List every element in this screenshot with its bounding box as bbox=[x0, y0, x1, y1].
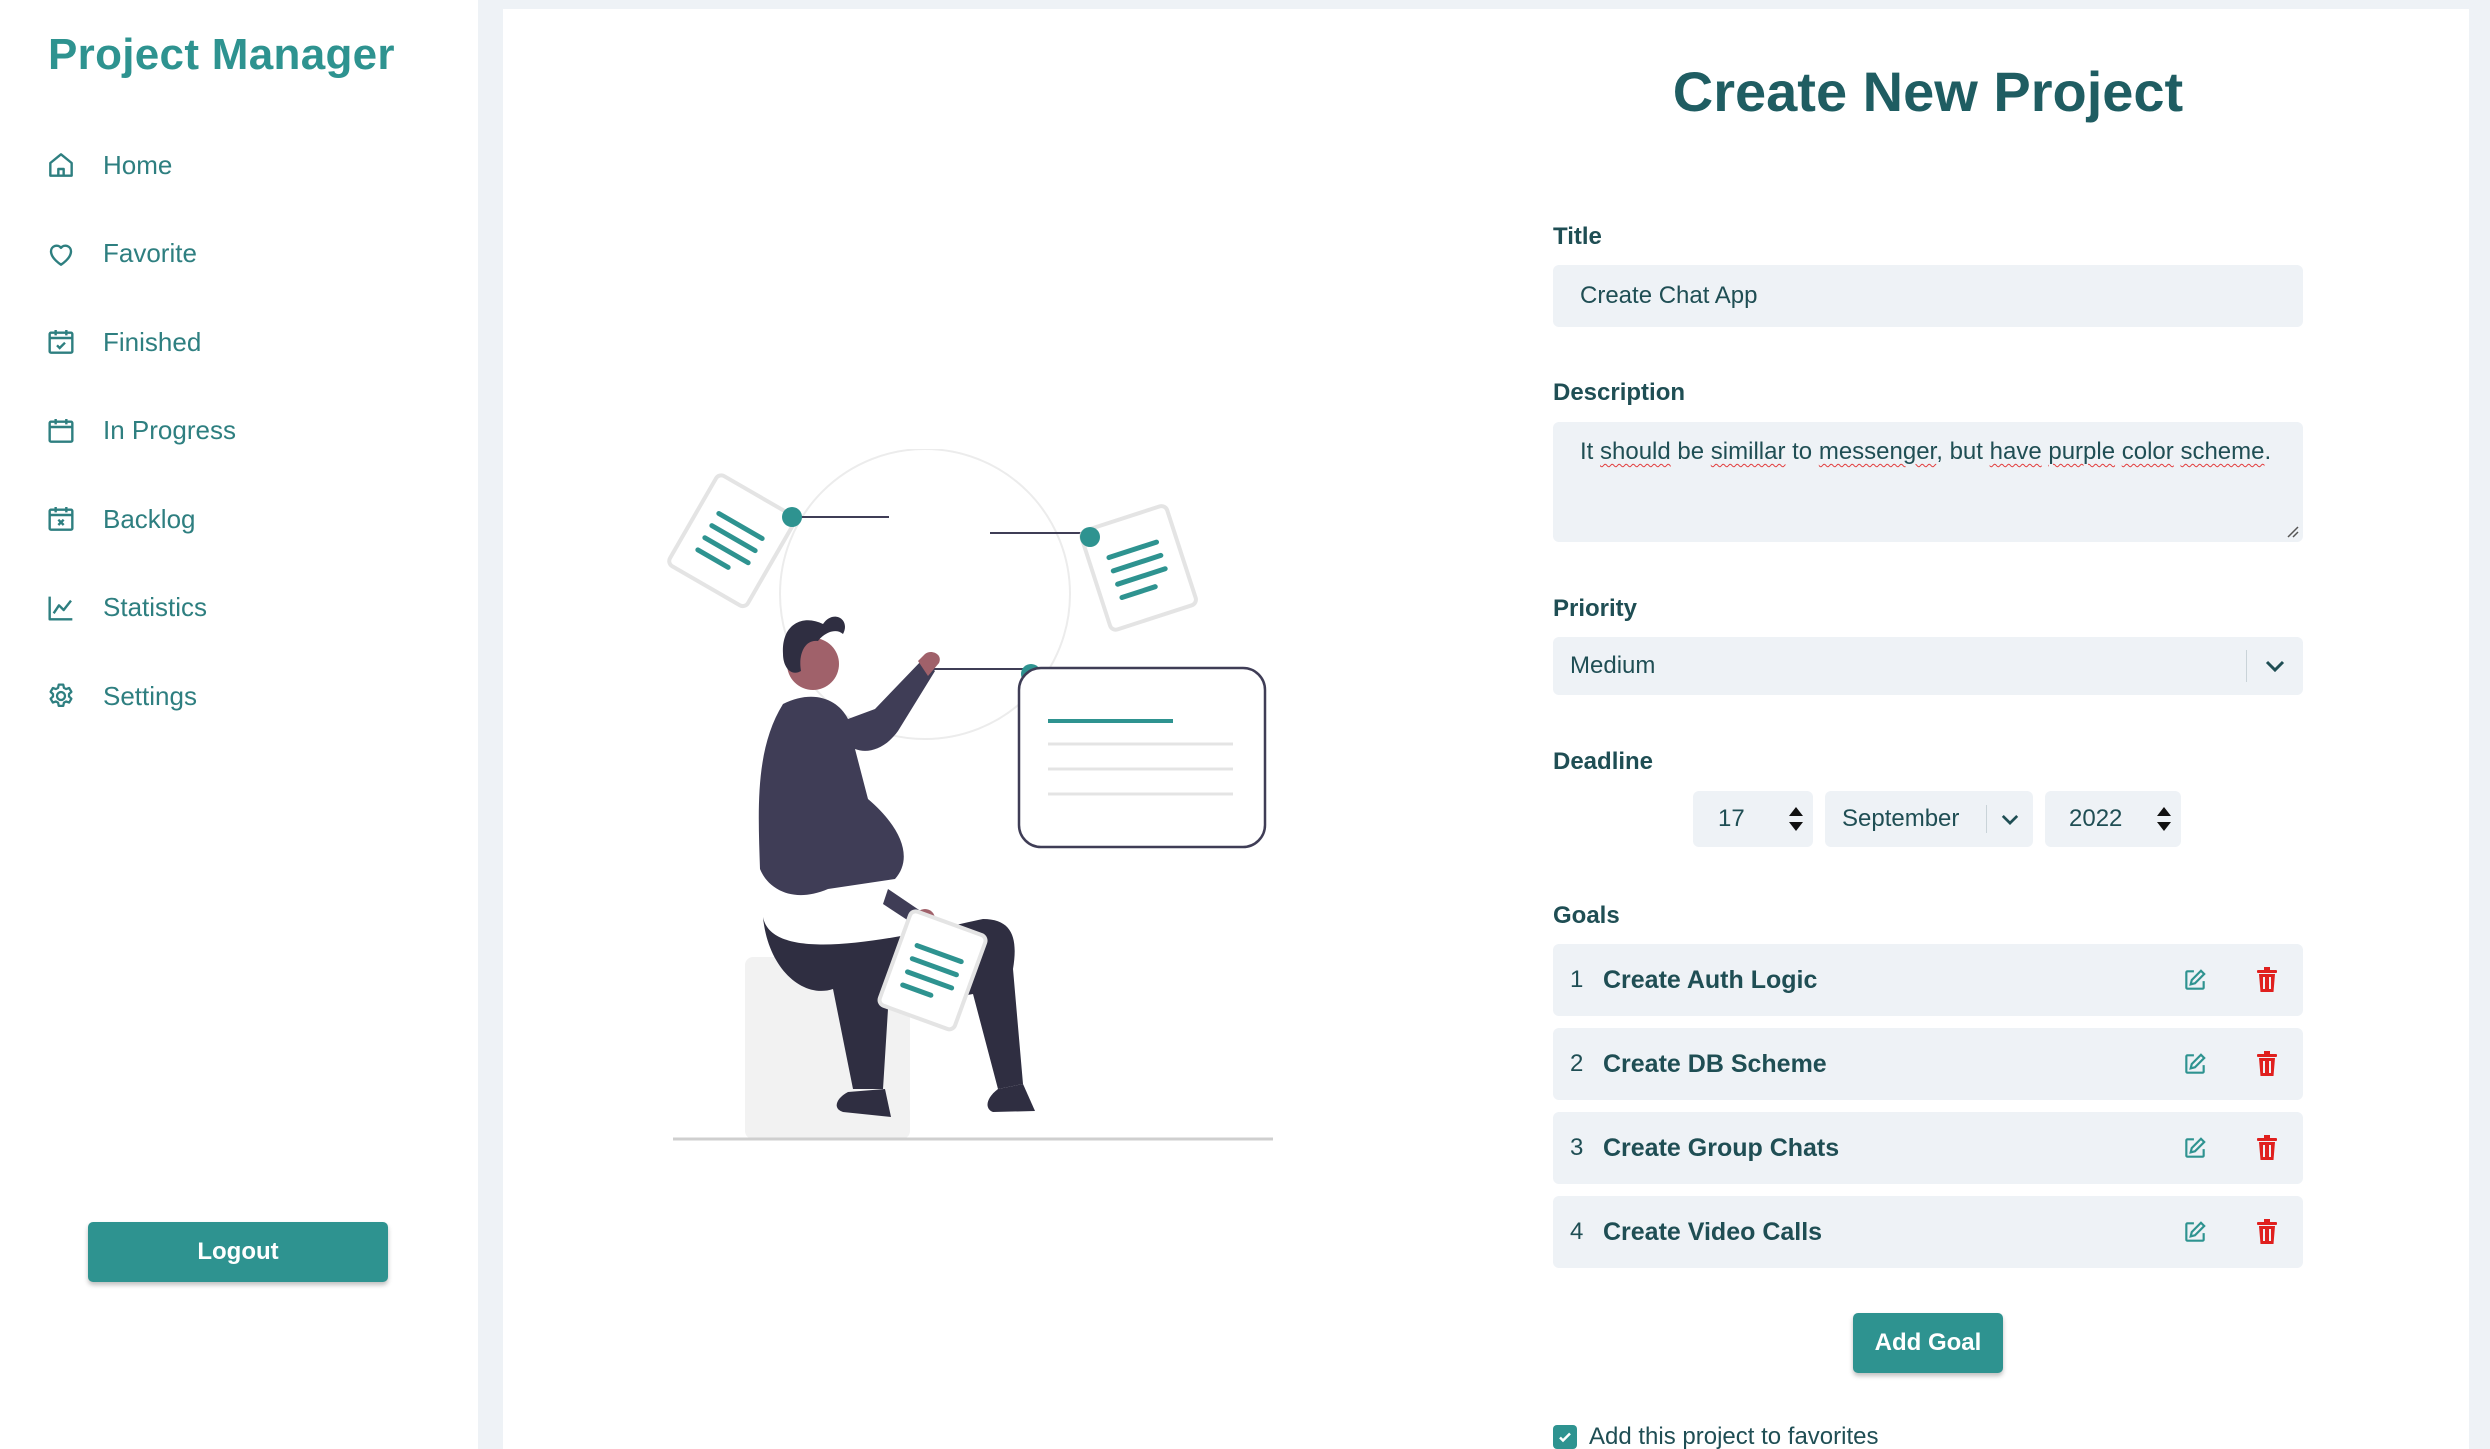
description-text: It should be simillar to messenger, but … bbox=[1580, 438, 2272, 465]
sidebar-item-label: In Progress bbox=[103, 415, 236, 445]
goal-row: 2 Create DB Scheme bbox=[1553, 1028, 2303, 1100]
sidebar-item-backlog[interactable]: Backlog bbox=[44, 489, 236, 549]
goal-row: 1 Create Auth Logic bbox=[1553, 944, 2303, 1016]
project-illustration bbox=[667, 449, 1273, 1141]
goal-row: 3 Create Group Chats bbox=[1553, 1112, 2303, 1184]
sidebar-nav: Home Favorite Finished In Progress Backl… bbox=[44, 135, 236, 755]
deadline-day-stepper[interactable]: 17 bbox=[1693, 791, 1813, 847]
calendar-icon bbox=[44, 414, 78, 448]
title-label: Title bbox=[1553, 223, 1602, 250]
sidebar-item-label: Backlog bbox=[103, 503, 196, 534]
sidebar: Project Manager Home Favorite Finished I… bbox=[0, 0, 478, 1449]
chevron-down-icon bbox=[1987, 814, 2033, 825]
edit-icon[interactable] bbox=[2159, 1196, 2231, 1268]
sidebar-item-label: Home bbox=[103, 149, 173, 180]
edit-icon[interactable] bbox=[2159, 944, 2231, 1016]
description-textarea[interactable]: It should be simillar to messenger, but … bbox=[1553, 422, 2303, 542]
goal-text: Create Group Chats bbox=[1603, 1133, 1840, 1162]
deadline-month-select[interactable]: September bbox=[1825, 791, 2033, 847]
chart-line-icon bbox=[44, 591, 78, 625]
sidebar-item-label: Favorite bbox=[103, 238, 197, 268]
trash-icon[interactable] bbox=[2231, 944, 2303, 1016]
deadline-year-stepper[interactable]: 2022 bbox=[2045, 791, 2181, 847]
sidebar-item-settings[interactable]: Settings bbox=[44, 666, 236, 726]
home-icon bbox=[44, 148, 78, 182]
goal-number: 1 bbox=[1570, 966, 1584, 993]
goal-text: Create Video Calls bbox=[1603, 1217, 1823, 1246]
page-title: Create New Project bbox=[1672, 60, 2184, 123]
edit-icon[interactable] bbox=[2159, 1112, 2231, 1184]
deadline-day-value: 17 bbox=[1718, 805, 1745, 832]
goal-row: 4 Create Video Calls bbox=[1553, 1196, 2303, 1268]
spinner-arrows-icon[interactable] bbox=[1789, 807, 1803, 831]
logout-button[interactable]: Logout bbox=[88, 1222, 388, 1282]
description-label: Description bbox=[1553, 379, 1686, 406]
app-brand: Project Manager bbox=[48, 30, 395, 79]
checkmark-icon bbox=[1559, 1432, 1571, 1443]
spinner-arrows-icon[interactable] bbox=[2157, 807, 2171, 831]
priority-label: Priority bbox=[1553, 595, 1638, 622]
favorite-label: Add this project to favorites bbox=[1589, 1423, 1879, 1449]
goal-number: 4 bbox=[1570, 1218, 1584, 1245]
goals-label: Goals bbox=[1553, 902, 1620, 929]
goal-text: Create DB Scheme bbox=[1603, 1049, 1827, 1078]
calendar-x-icon bbox=[44, 502, 78, 536]
main-panel: Create New Project Title Description It … bbox=[503, 9, 2469, 1449]
trash-icon[interactable] bbox=[2231, 1196, 2303, 1268]
favorite-option: Add this project to favorites bbox=[1553, 1423, 1878, 1449]
edit-icon[interactable] bbox=[2159, 1028, 2231, 1100]
sidebar-item-in-progress[interactable]: In Progress bbox=[44, 401, 236, 461]
favorite-checkbox[interactable] bbox=[1553, 1425, 1577, 1449]
goal-text: Create Auth Logic bbox=[1603, 965, 1818, 994]
calendar-check-icon bbox=[44, 325, 78, 359]
trash-icon[interactable] bbox=[2231, 1028, 2303, 1100]
sidebar-item-finished[interactable]: Finished bbox=[44, 312, 236, 372]
priority-select[interactable]: Medium bbox=[1553, 637, 2303, 695]
deadline-year-value: 2022 bbox=[2069, 805, 2123, 832]
deadline-month-value: September bbox=[1842, 805, 1960, 832]
gear-icon bbox=[44, 679, 78, 713]
sidebar-item-favorite[interactable]: Favorite bbox=[44, 224, 236, 284]
trash-icon[interactable] bbox=[2231, 1112, 2303, 1184]
heart-icon bbox=[44, 237, 78, 271]
sidebar-item-label: Settings bbox=[103, 680, 197, 711]
resize-grip-icon[interactable] bbox=[2285, 524, 2299, 538]
priority-value: Medium bbox=[1570, 652, 1656, 679]
sidebar-item-home[interactable]: Home bbox=[44, 135, 236, 195]
deadline-label: Deadline bbox=[1553, 748, 1654, 775]
chevron-down-icon bbox=[2247, 660, 2303, 672]
add-goal-button[interactable]: Add Goal bbox=[1853, 1313, 2003, 1373]
goal-number: 2 bbox=[1570, 1050, 1584, 1077]
sidebar-item-label: Finished bbox=[103, 326, 202, 357]
sidebar-item-label: Statistics bbox=[103, 592, 208, 622]
sidebar-item-statistics[interactable]: Statistics bbox=[44, 578, 236, 638]
title-input[interactable] bbox=[1553, 265, 2303, 327]
goal-number: 3 bbox=[1570, 1134, 1584, 1161]
